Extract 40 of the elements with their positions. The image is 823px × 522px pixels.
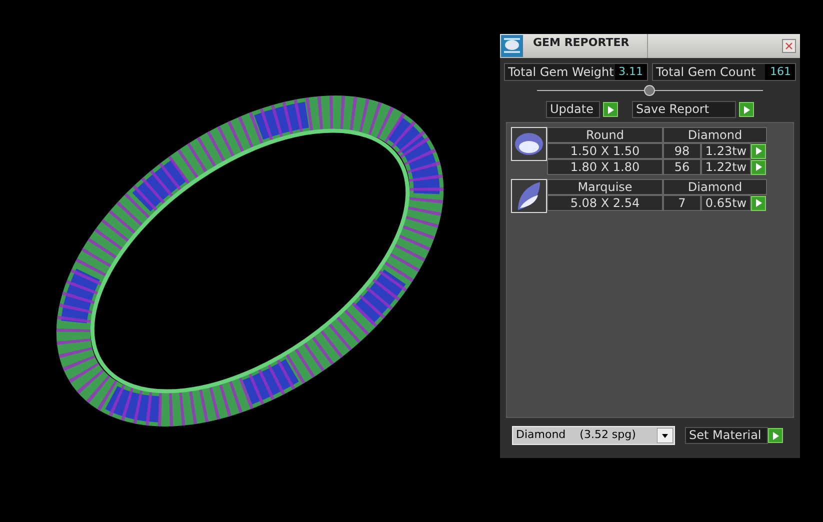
window-title: GEM REPORTER	[533, 35, 630, 51]
gem-weight: 0.65tw	[701, 195, 751, 211]
gem-weight: 1.22tw	[701, 159, 751, 175]
action-button[interactable]: Update	[546, 101, 600, 118]
action-go-button[interactable]	[603, 102, 618, 117]
close-button[interactable]	[782, 39, 796, 53]
play-icon	[772, 432, 779, 440]
action-button[interactable]: Save Report	[632, 101, 736, 118]
row-go-button[interactable]	[751, 160, 766, 174]
total-label: Total Gem Weight	[505, 64, 614, 80]
gem-size: 1.50 X 1.50	[547, 143, 663, 159]
set-material-button[interactable]: Set Material	[685, 427, 768, 444]
close-icon	[785, 42, 793, 50]
gem-count: 98	[663, 143, 701, 159]
material-dropdown[interactable]: Diamond (3.52 spg)	[512, 426, 675, 445]
total-label: Total Gem Count	[653, 64, 765, 80]
gem-material: Diamond	[663, 127, 767, 143]
dropdown-value: Diamond (3.52 spg)	[515, 427, 637, 444]
play-icon	[744, 106, 750, 114]
gem-size: 1.80 X 1.80	[547, 159, 663, 175]
dropdown-arrow-icon	[657, 428, 673, 443]
round-gem-icon	[514, 132, 544, 156]
action-go-button[interactable]	[739, 102, 754, 117]
gem-shape: Marquise	[547, 179, 663, 195]
gem-count: 7	[663, 195, 701, 211]
gem-material: Diamond	[663, 179, 767, 195]
row-go-button[interactable]	[751, 144, 766, 158]
app-icon	[501, 35, 523, 57]
gem-count: 56	[663, 159, 701, 175]
row-go-button[interactable]	[751, 196, 766, 210]
gem-weight: 1.23tw	[701, 143, 751, 159]
marquise-gem-icon	[516, 181, 542, 211]
gem-shape: Round	[547, 127, 663, 143]
set-material-go-button[interactable]	[768, 428, 784, 443]
splitter-handle[interactable]	[644, 85, 655, 96]
total-value: 161	[765, 64, 795, 80]
total-value: 3.11	[614, 64, 647, 80]
play-icon	[756, 199, 762, 207]
play-icon	[608, 106, 614, 114]
gem-size: 5.08 X 2.54	[547, 195, 663, 211]
